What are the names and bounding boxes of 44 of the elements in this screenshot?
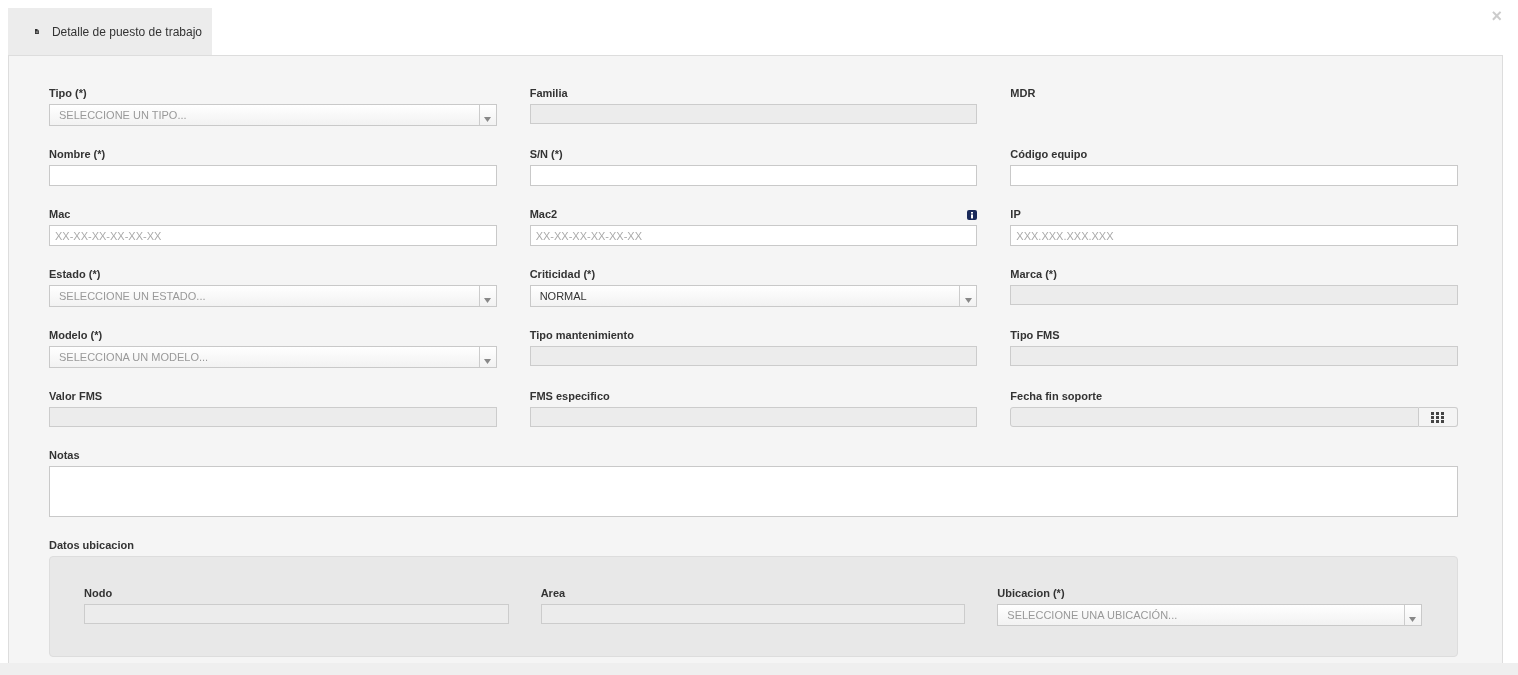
input-field[interactable]: XX-XX-XX-XX-XX-XX — [49, 225, 497, 246]
field-label: Fecha fin soporte — [1010, 390, 1102, 404]
field-label: Tipo (*) — [49, 87, 87, 101]
field-label: FMS especifico — [529, 390, 610, 404]
field-label: Area — [540, 587, 566, 601]
input-field[interactable]: XX-XX-XX-XX-XX-XX — [529, 225, 978, 246]
field-label: MDR — [1010, 87, 1036, 101]
field-label: Familia — [529, 87, 568, 101]
dropdown[interactable]: NORMAL — [529, 285, 978, 307]
field-label: Tipo mantenimiento — [529, 329, 634, 343]
close-button[interactable]: × — [1491, 6, 1502, 27]
caret-down-icon — [484, 298, 492, 303]
section-title: Datos ubicacion — [49, 539, 134, 553]
field-label: Tipo FMS — [1010, 329, 1060, 343]
field-label: Mac2 — [529, 208, 558, 222]
field-label: S/N (*) — [529, 148, 563, 162]
caret-down-icon — [484, 359, 492, 364]
grid-icon — [1431, 411, 1445, 423]
dropdown[interactable]: SELECCIONE UN TIPO... — [49, 104, 497, 126]
dropdown[interactable]: SELECCIONA UN MODELO... — [49, 346, 497, 368]
input-field[interactable] — [49, 165, 497, 186]
field-label: Valor FMS — [49, 390, 103, 404]
input-field[interactable]: XXX.XXX.XXX.XXX — [1010, 225, 1458, 246]
input-field[interactable] — [1010, 165, 1458, 186]
dropdown[interactable]: SELECCIONE UNA UBICACIÓN... — [997, 604, 1422, 626]
dropdown[interactable]: SELECCIONE UN ESTADO... — [49, 285, 497, 307]
field-label: Estado (*) — [49, 268, 101, 282]
notes-field[interactable] — [49, 466, 1458, 517]
field-label: Ubicacion (*) — [997, 587, 1065, 601]
field-label: Notas — [49, 449, 80, 463]
caret-down-icon — [964, 298, 972, 303]
calendar-button[interactable] — [1419, 407, 1458, 427]
field-label: Marca (*) — [1010, 268, 1057, 282]
field-label: Código equipo — [1010, 148, 1088, 162]
field-label: Modelo (*) — [49, 329, 103, 343]
field-label: IP — [1010, 208, 1021, 222]
tab[interactable]: Detalle de puesto de trabajo — [8, 8, 212, 55]
field-label: Nodo — [84, 587, 113, 601]
field-label: Criticidad (*) — [529, 268, 596, 282]
caret-down-icon — [484, 117, 492, 122]
input-field[interactable] — [529, 165, 978, 186]
field-label: Nombre (*) — [49, 148, 106, 162]
caret-down-icon — [1409, 617, 1417, 622]
field-label: Mac — [49, 208, 71, 222]
